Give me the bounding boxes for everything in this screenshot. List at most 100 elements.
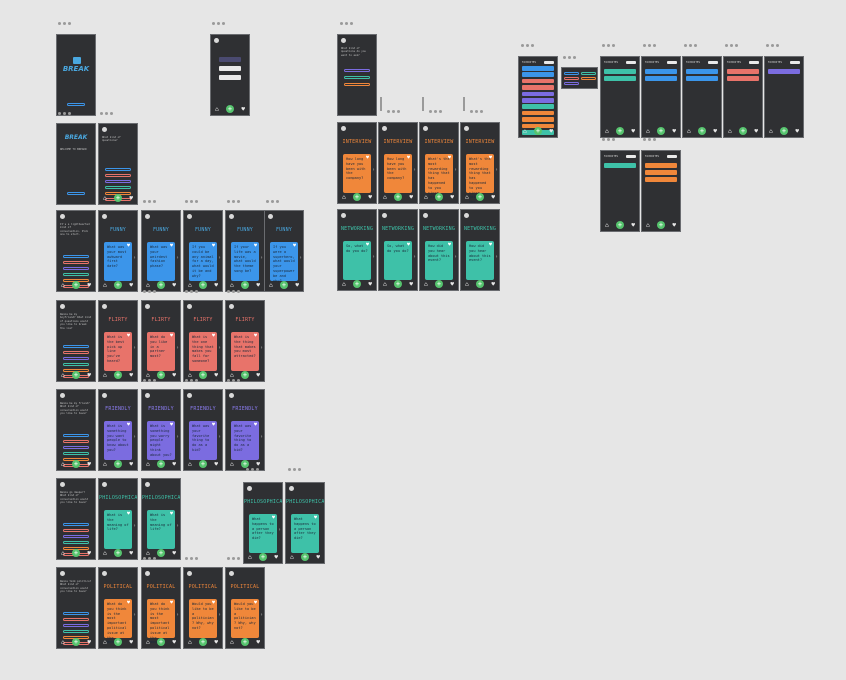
heart-icon[interactable]: ♥: [254, 333, 257, 339]
favorite-item[interactable]: [522, 117, 554, 122]
favorites-icon[interactable]: ♥: [129, 282, 133, 289]
favorite-item[interactable]: [645, 163, 677, 168]
filter-button[interactable]: [667, 61, 677, 64]
heart-icon[interactable]: ♥: [489, 242, 492, 248]
add-button[interactable]: +: [657, 127, 665, 135]
category-menu-screen[interactable]: What kind of questions? ⌂ + ♥: [98, 123, 138, 205]
home-icon[interactable]: ⌂: [188, 639, 192, 646]
question-card[interactable]: ♥ If you could be any animal for a day, w…: [189, 242, 217, 281]
heart-icon[interactable]: ♥: [170, 243, 173, 249]
start-button[interactable]: [67, 103, 85, 106]
back-icon[interactable]: [289, 486, 294, 491]
favorites-icon[interactable]: ♥: [754, 128, 758, 135]
home-icon[interactable]: ⌂: [146, 282, 150, 289]
add-button[interactable]: +: [657, 221, 665, 229]
frame-menu-dots[interactable]: [521, 44, 534, 47]
add-button[interactable]: +: [435, 280, 443, 288]
back-icon[interactable]: [145, 571, 150, 576]
heart-icon[interactable]: ♥: [127, 333, 130, 339]
add-button[interactable]: +: [616, 221, 624, 229]
home-icon[interactable]: ⌂: [269, 282, 273, 289]
home-icon[interactable]: ⌂: [215, 106, 219, 113]
favorite-item[interactable]: [522, 72, 554, 77]
favorites-icon[interactable]: ♥: [172, 639, 176, 646]
category-pill[interactable]: [63, 612, 89, 615]
heart-icon[interactable]: ♥: [170, 422, 173, 428]
home-icon[interactable]: ⌂: [646, 128, 650, 135]
add-button[interactable]: +: [199, 638, 207, 646]
heart-icon[interactable]: ♥: [254, 422, 257, 428]
add-button[interactable]: +: [157, 638, 165, 646]
home-icon[interactable]: ⌂: [230, 639, 234, 646]
favorite-item[interactable]: [727, 69, 759, 74]
back-icon[interactable]: [145, 393, 150, 398]
add-button[interactable]: +: [114, 371, 122, 379]
home-icon[interactable]: ⌂: [769, 128, 773, 135]
category-pill[interactable]: [63, 351, 89, 354]
question-screen[interactable]: PHILOSOPHICAL ♥ What happens to a person a…: [285, 482, 325, 564]
back-icon[interactable]: [229, 304, 234, 309]
favorites-icon[interactable]: ♥: [450, 194, 454, 201]
home-icon[interactable]: ⌂: [103, 550, 107, 557]
back-icon[interactable]: [229, 214, 234, 219]
add-button[interactable]: +: [534, 127, 542, 135]
next-arrow-icon[interactable]: ›: [176, 523, 179, 529]
question-card[interactable]: ♥ What is the thing that makes you most a…: [231, 332, 259, 371]
back-icon[interactable]: [102, 571, 107, 576]
login-field[interactable]: [219, 66, 241, 71]
frame-menu-dots[interactable]: [227, 200, 240, 203]
category-pill[interactable]: [63, 624, 89, 627]
question-screen[interactable]: POLITICAL ♥ What do you think is the most …: [141, 567, 181, 649]
login-screen[interactable]: ⌂ + ♥: [210, 34, 250, 116]
add-button[interactable]: +: [72, 638, 80, 646]
frame-menu-dots[interactable]: [143, 379, 156, 382]
favorite-item[interactable]: [727, 76, 759, 81]
add-button[interactable]: +: [435, 193, 443, 201]
favorite-item[interactable]: [768, 69, 800, 74]
add-button[interactable]: +: [199, 460, 207, 468]
add-button[interactable]: +: [72, 549, 80, 557]
favorite-item[interactable]: [645, 76, 677, 81]
add-button[interactable]: +: [780, 127, 788, 135]
back-icon[interactable]: [102, 482, 107, 487]
question-card[interactable]: ♥ What is something you worry people migh…: [147, 421, 175, 460]
category-pill[interactable]: [63, 267, 89, 270]
next-arrow-icon[interactable]: ›: [218, 612, 221, 618]
heart-icon[interactable]: ♥: [170, 600, 173, 606]
favorite-item[interactable]: [522, 78, 554, 84]
question-card[interactable]: ♥ How long have you been with the company…: [384, 154, 412, 193]
back-icon[interactable]: [145, 214, 150, 219]
frame-menu-dots[interactable]: [643, 138, 656, 141]
heart-icon[interactable]: ♥: [293, 243, 296, 249]
question-screen[interactable]: INTERVIEW ♥ How long have you been with th…: [378, 122, 418, 204]
question-card[interactable]: ♥ What was your weirdest fashion phase?: [147, 242, 175, 281]
favorites-icon[interactable]: ♥: [368, 281, 372, 288]
category-pill[interactable]: [63, 261, 89, 264]
frame-menu-dots[interactable]: [58, 112, 71, 115]
favorite-item[interactable]: [686, 76, 718, 81]
favorites-icon[interactable]: ♥: [256, 282, 260, 289]
home-icon[interactable]: ⌂: [188, 461, 192, 468]
back-icon[interactable]: [382, 213, 387, 218]
home-icon[interactable]: ⌂: [230, 372, 234, 379]
mode-pill[interactable]: [344, 83, 370, 86]
home-icon[interactable]: ⌂: [646, 222, 650, 229]
back-icon[interactable]: [464, 213, 469, 218]
favorites-icon[interactable]: ♥: [672, 222, 676, 229]
filter-chip[interactable]: [581, 77, 596, 80]
frame-menu-dots[interactable]: [227, 557, 240, 560]
frame-menu-dots[interactable]: [766, 44, 779, 47]
next-arrow-icon[interactable]: ›: [260, 345, 263, 351]
question-screen[interactable]: POLITICAL ♥ What do you think is the most …: [98, 567, 138, 649]
filter-popup[interactable]: [561, 67, 598, 89]
add-button[interactable]: +: [72, 281, 80, 289]
question-card[interactable]: ♥ How did you hear about this event?: [425, 241, 453, 280]
home-icon[interactable]: ⌂: [61, 461, 65, 468]
back-icon[interactable]: [187, 571, 192, 576]
favorites-icon[interactable]: ♥: [295, 282, 299, 289]
favorites-screen[interactable]: FAVORITES ⌂ + ♥: [641, 56, 681, 138]
add-button[interactable]: +: [114, 281, 122, 289]
favorites-screen[interactable]: FAVORITES ⌂ + ♥: [600, 56, 640, 138]
favorites-icon[interactable]: ♥: [409, 194, 413, 201]
add-button[interactable]: +: [157, 460, 165, 468]
